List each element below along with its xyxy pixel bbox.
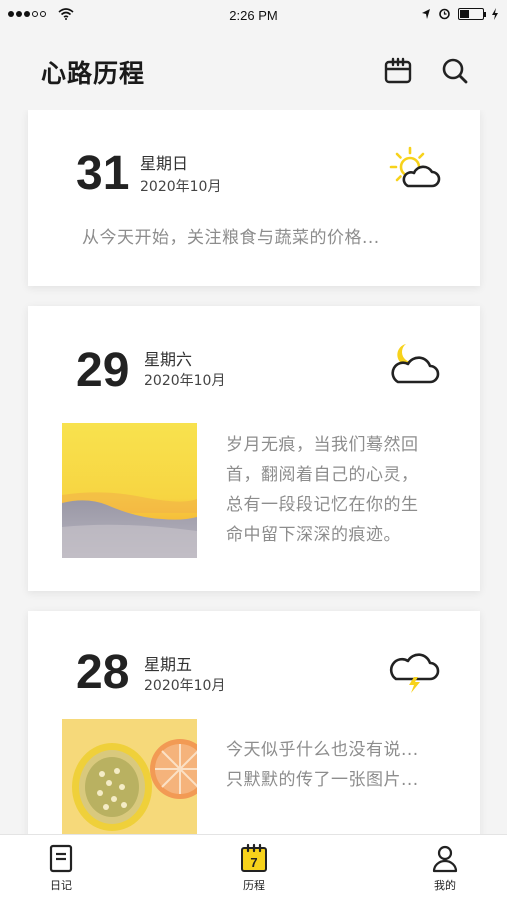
search-icon — [442, 58, 468, 84]
partly-cloudy-night-icon — [391, 344, 440, 384]
entry-weekday: 星期日 — [140, 154, 189, 173]
partly-sunny-icon — [389, 146, 441, 188]
journey-feed[interactable]: 31 星期日 2020年10月 从今天开始，关注粮食与蔬菜的价格... 29 星… — [0, 110, 507, 834]
excerpt-line: 只默默的传了一张图片... — [226, 770, 419, 790]
excerpt-line: 首，翻阅着自己的心灵， — [226, 465, 419, 485]
tab-label: 日记 — [50, 879, 72, 892]
status-right — [421, 7, 499, 20]
entry-day: 28 — [76, 646, 130, 699]
entry-card[interactable]: 28 星期五 2020年10月 今天似乎什么也没有说... 只默默的传了一张图片… — [28, 611, 480, 834]
status-bar: 2:26 PM — [0, 0, 507, 32]
search-button[interactable] — [438, 54, 472, 88]
entry-month: 2020年10月 — [144, 373, 226, 389]
tab-journey[interactable]: 7 历程 — [219, 843, 289, 893]
tab-label: 我的 — [434, 879, 456, 892]
location-icon — [422, 8, 430, 19]
entry-card[interactable]: 29 星期六 2020年10月 岁月无痕，当我们蓦然回 首，翻阅着自己的心灵， … — [28, 306, 480, 591]
battery-icon — [458, 7, 486, 20]
entry-weekday: 星期六 — [144, 350, 193, 369]
tab-label: 历程 — [243, 879, 265, 892]
diary-icon — [49, 844, 73, 873]
entry-excerpt: 岁月无痕，当我们蓦然回 首，翻阅着自己的心灵， 总有一段段记忆在你的生 命中留下… — [226, 430, 419, 550]
entry-excerpt: 今天似乎什么也没有说... 只默默的传了一张图片... — [226, 735, 419, 795]
profile-icon — [432, 845, 458, 873]
excerpt-line: 岁月无痕，当我们蓦然回 — [226, 435, 419, 455]
excerpt-line: 命中留下深深的痕迹。 — [226, 525, 401, 545]
calendar-button[interactable] — [381, 54, 415, 88]
journey-calendar-icon: 7 — [241, 843, 267, 872]
entry-photo[interactable] — [62, 423, 197, 558]
tab-profile[interactable]: 我的 — [410, 843, 480, 893]
fruit-image — [62, 719, 197, 834]
app-header: 心路历程 — [0, 44, 507, 100]
entry-day: 29 — [76, 344, 130, 397]
entry-photo[interactable] — [62, 719, 197, 834]
entry-weekday: 星期五 — [144, 655, 193, 674]
entry-day: 31 — [76, 147, 130, 200]
excerpt-line: 今天似乎什么也没有说... — [226, 740, 419, 760]
tab-diary[interactable]: 日记 — [26, 843, 96, 893]
alarm-icon — [439, 8, 450, 20]
thunderstorm-icon — [389, 653, 440, 693]
excerpt-line: 总有一段段记忆在你的生 — [226, 495, 419, 515]
calendar-icon — [384, 57, 412, 84]
charging-icon — [492, 7, 498, 20]
tab-bar: 日记 7 历程 我的 — [0, 834, 507, 900]
page-title: 心路历程 — [41, 59, 146, 88]
entry-card[interactable]: 31 星期日 2020年10月 从今天开始，关注粮食与蔬菜的价格... — [28, 110, 480, 286]
entry-month: 2020年10月 — [144, 678, 226, 694]
entry-month: 2020年10月 — [140, 179, 222, 195]
mountain-sunset-image — [62, 423, 197, 558]
entry-excerpt: 从今天开始，关注粮食与蔬菜的价格... — [82, 228, 380, 248]
tab-badge: 7 — [250, 855, 257, 870]
